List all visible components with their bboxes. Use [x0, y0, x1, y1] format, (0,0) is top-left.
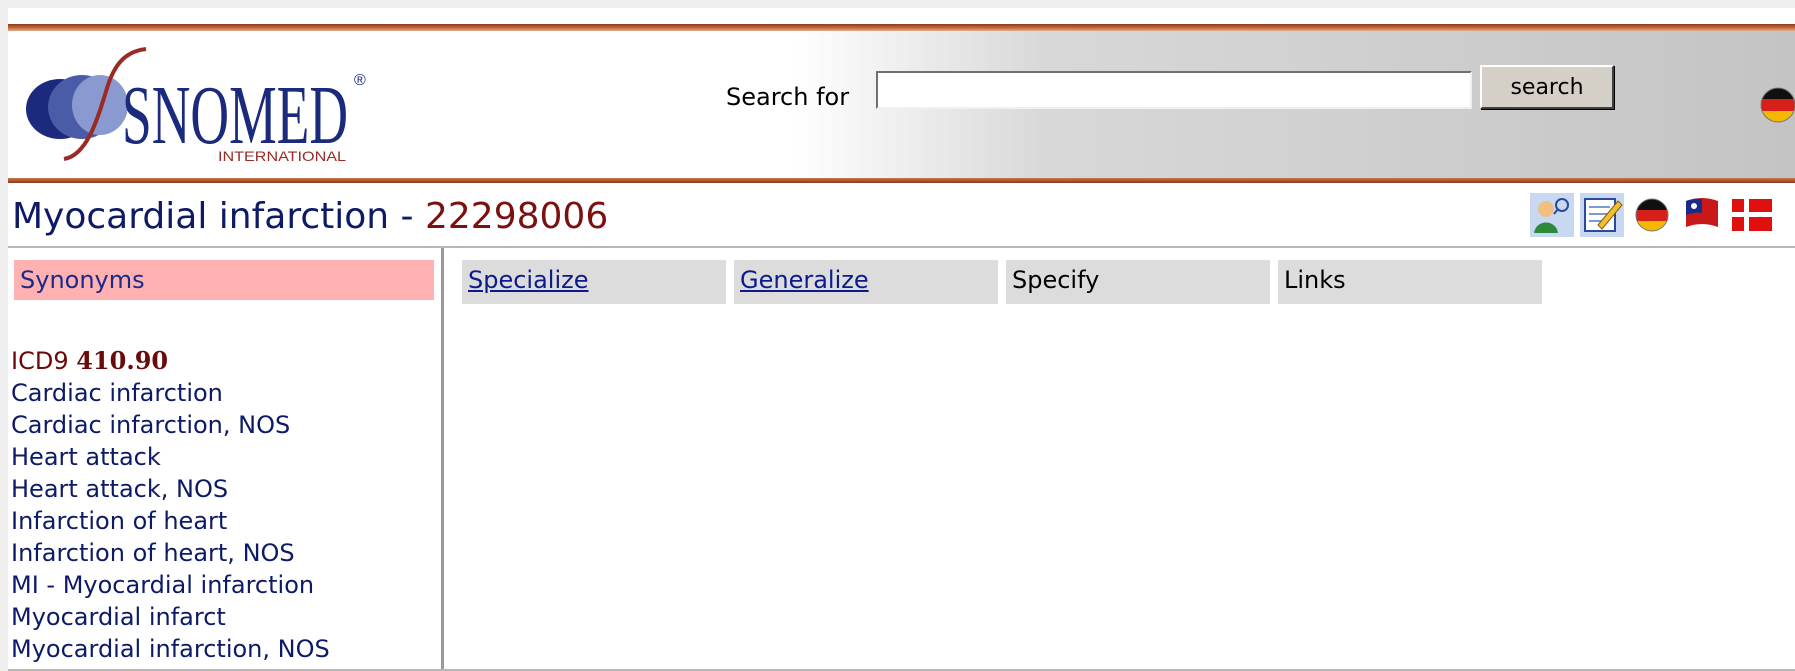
german-flag-icon[interactable] [1758, 87, 1795, 123]
icd-code-line: ICD9 410.90 [11, 346, 168, 375]
synonym-item: Cardiac infarction [11, 379, 223, 407]
tab-specialize[interactable]: Specialize [462, 260, 726, 304]
german-flag-icon[interactable] [1630, 193, 1674, 237]
page-title: Myocardial infarction - 22298006 [12, 196, 608, 237]
header-bottom-rule [8, 178, 1795, 183]
icon-toolbar [1530, 192, 1774, 238]
synonym-item: Heart attack, NOS [11, 475, 229, 503]
synonym-item: Cardiac infarction, NOS [11, 411, 291, 439]
tab-generalize[interactable]: Generalize [734, 260, 998, 304]
danish-flag-icon[interactable] [1730, 193, 1774, 237]
concept-name: Myocardial infarction [12, 196, 390, 237]
synonym-item: Myocardial infarction, NOS [11, 635, 330, 663]
logo-registered: ® [354, 72, 366, 89]
taiwan-flag-icon[interactable] [1680, 193, 1724, 237]
user-search-icon[interactable] [1530, 193, 1574, 237]
logo-subtext: INTERNATIONAL [218, 148, 346, 164]
synonym-item: Myocardial infarct [11, 603, 226, 631]
search-button[interactable]: search [1480, 65, 1614, 109]
content-frame: Synonyms ICD9 410.90 Cardiac infarction … [8, 246, 1795, 671]
icd-code: 410.90 [76, 346, 169, 375]
header-top-rule [8, 24, 1795, 31]
synonym-item: Heart attack [11, 443, 161, 471]
concept-tabs: Specialize Generalize Specify Links [462, 260, 1542, 304]
synonym-item: Infarction of heart, NOS [11, 539, 295, 567]
header: SNOMED ® INTERNATIONAL Search for search [8, 31, 1795, 178]
synonym-list: Cardiac infarction Cardiac infarction, N… [11, 377, 330, 665]
icd-label: ICD9 [11, 347, 69, 375]
snomed-logo[interactable]: SNOMED ® INTERNATIONAL [16, 45, 396, 165]
tab-links: Links [1278, 260, 1542, 304]
synonym-item: Infarction of heart [11, 507, 228, 535]
page: SNOMED ® INTERNATIONAL Search for search… [8, 8, 1795, 671]
synonyms-panel: Synonyms ICD9 410.90 Cardiac infarction … [8, 248, 444, 669]
tab-specify: Specify [1006, 260, 1270, 304]
search-label: Search for [726, 83, 850, 111]
edit-note-icon[interactable] [1580, 193, 1624, 237]
synonym-item: MI - Myocardial infarction [11, 571, 315, 599]
search-input[interactable] [876, 71, 1472, 109]
concept-separator: - [389, 196, 425, 237]
concept-id: 22298006 [424, 196, 609, 237]
synonyms-header: Synonyms [14, 260, 434, 300]
